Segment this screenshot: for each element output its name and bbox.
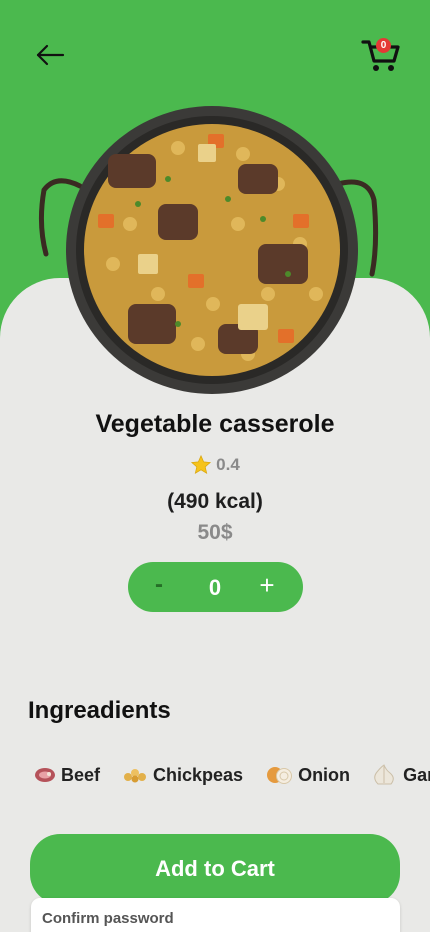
- quantity-stepper: - 0 +: [128, 562, 303, 612]
- quantity-value: 0: [208, 575, 222, 600]
- ingredient-item-chickpeas[interactable]: Chickpeas: [122, 765, 243, 786]
- ingredient-item-onion[interactable]: Onion: [265, 765, 350, 786]
- ingredient-label: Garlic: [403, 764, 430, 785]
- increase-quantity-button[interactable]: +: [252, 570, 282, 602]
- cart-button[interactable]: 0: [360, 36, 402, 74]
- price-text: 50$: [197, 521, 233, 544]
- garlic-icon: [374, 764, 394, 785]
- beef-icon: [35, 768, 55, 782]
- ingredient-label: Beef: [61, 764, 101, 785]
- star-icon: [191, 454, 212, 475]
- ingredient-item-beef[interactable]: Beef: [34, 765, 100, 786]
- ingredients-heading: Ingreadients: [28, 697, 171, 724]
- ingredients-list: Beef Chickpeas Onion Garlic: [34, 760, 430, 790]
- onion-icon: [267, 767, 293, 784]
- ingredient-label: Chickpeas: [153, 764, 244, 785]
- ingredient-item-garlic[interactable]: Garlic: [372, 764, 430, 786]
- rating-value: 0.4: [216, 455, 240, 474]
- confirm-password-label: Confirm password: [42, 910, 174, 927]
- casserole-dish-image: [38, 106, 379, 394]
- chickpeas-icon: [124, 769, 147, 783]
- rating: 0.4: [0, 454, 430, 476]
- product-title: Vegetable casserole: [95, 410, 335, 438]
- arrow-left-icon: [36, 44, 65, 66]
- ingredient-label: Onion: [298, 764, 351, 785]
- cart-count-badge: 0: [376, 38, 391, 53]
- product-detail-screen: 0 Vegetable casserole 0.4 (490 kcal) 50$…: [0, 0, 430, 932]
- back-button[interactable]: [30, 38, 70, 72]
- decrease-quantity-button[interactable]: -: [146, 571, 172, 601]
- add-to-cart-button[interactable]: Add to Cart: [30, 834, 400, 904]
- confirm-password-field[interactable]: Confirm password: [31, 898, 400, 932]
- calories-text: (490 kcal): [167, 490, 263, 513]
